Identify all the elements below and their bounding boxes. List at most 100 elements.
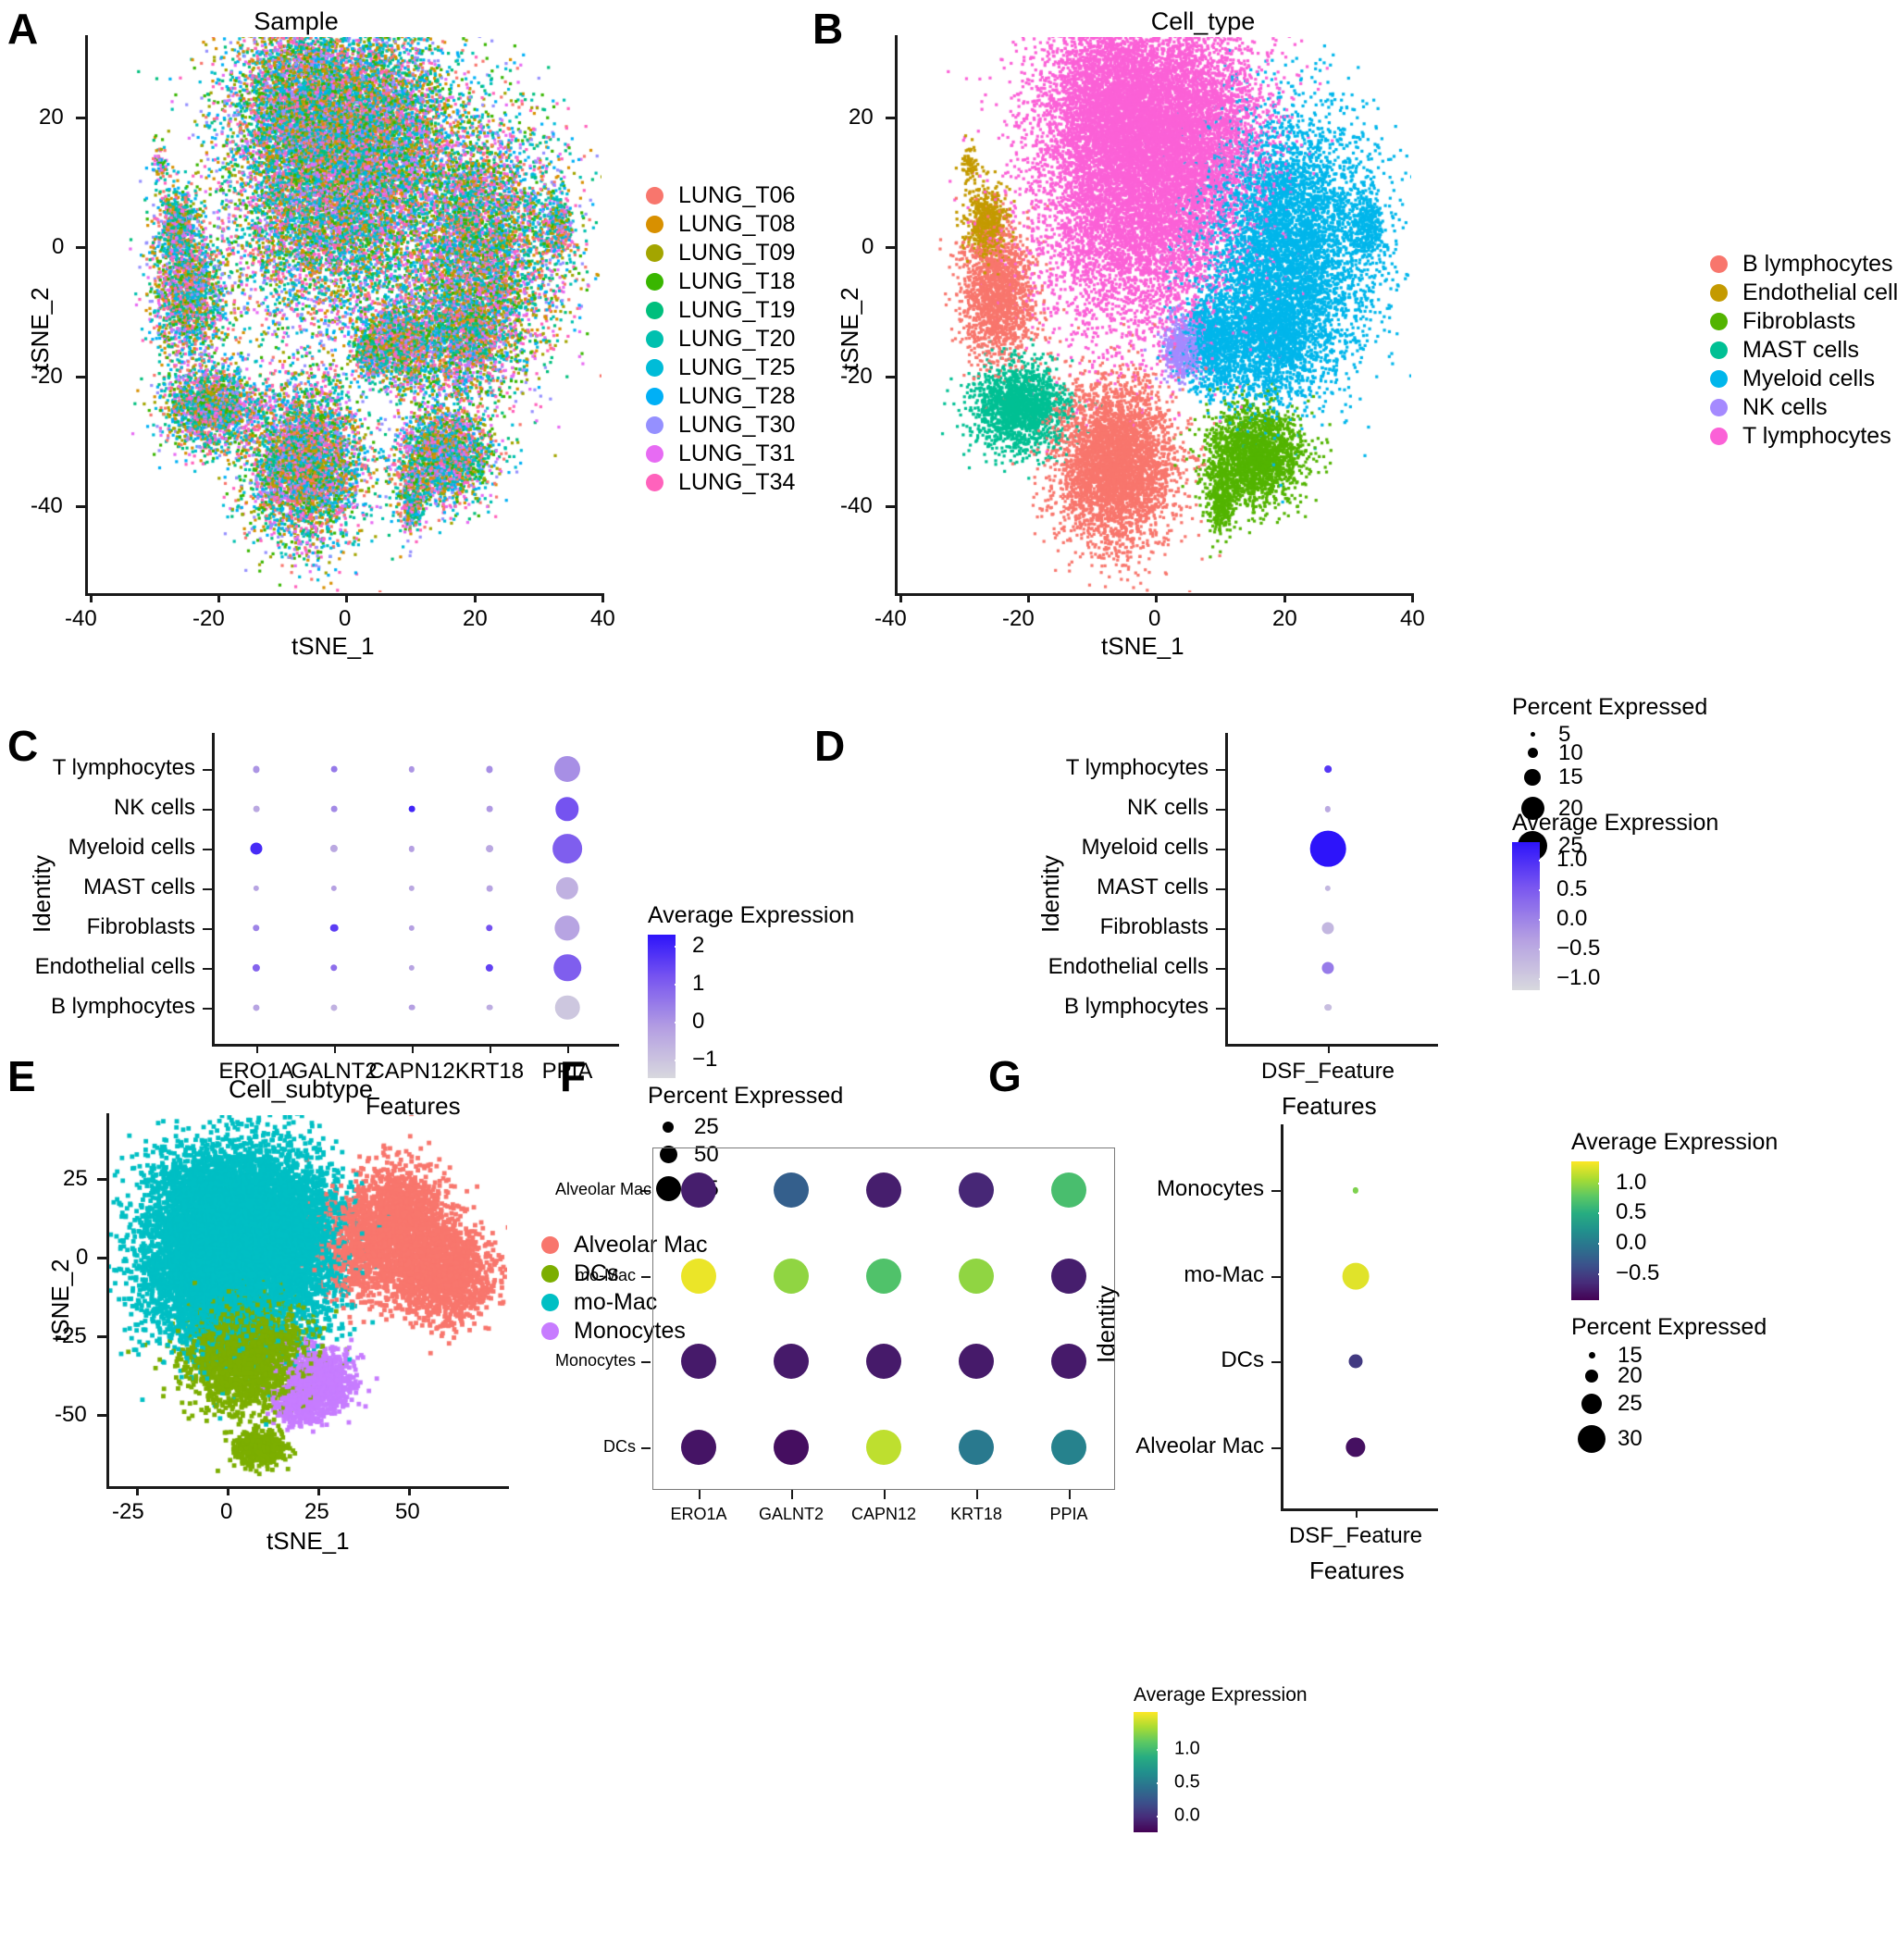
panel-c-ytick-label: NK cells [113, 795, 195, 821]
panel-c-dot[interactable] [252, 963, 261, 972]
panel-c-dot[interactable] [408, 766, 415, 773]
panel-a-xtick-1: -20 [192, 606, 225, 631]
panel-d-dotplot: B lymphocytes Endothelial cells Fibroblast… [925, 708, 1499, 1120]
panel-d-dot[interactable] [1324, 765, 1332, 774]
panel-d-dot[interactable] [1324, 806, 1332, 813]
legend-color-dot-icon [646, 330, 663, 348]
panel-c-dot[interactable] [329, 924, 339, 933]
legend-item[interactable]: MAST cells [1710, 336, 1897, 365]
panel-d-dot[interactable] [1321, 922, 1334, 935]
panel-c-dot[interactable] [553, 953, 581, 982]
legend-item[interactable]: LUNG_T25 [646, 354, 795, 382]
panel-c-dot[interactable] [253, 1004, 260, 1011]
legend-item[interactable]: LUNG_T18 [646, 267, 795, 296]
legend-item[interactable]: Myeloid cells [1710, 365, 1897, 393]
legend-item[interactable]: LUNG_T09 [646, 239, 795, 267]
panel-a-title: Sample [254, 7, 339, 35]
colorbar-tick-label: 1.0 [1616, 1169, 1647, 1195]
panel-g-dot[interactable] [1352, 1187, 1359, 1194]
legend-item[interactable]: LUNG_T06 [646, 181, 795, 210]
panel-f-dot[interactable] [866, 1429, 901, 1465]
colorbar-tickmark [1539, 978, 1547, 981]
panel-c-dot[interactable] [253, 765, 260, 773]
panel-a: A Sample -40 -20 0 20 40 20 0 -20 -40 tS… [0, 0, 814, 660]
legend-item[interactable]: Fibroblasts [1710, 307, 1897, 336]
panel-c-dot[interactable] [330, 963, 338, 972]
panel-g-dot[interactable] [1342, 1262, 1370, 1290]
panel-b-xlabel: tSNE_1 [1101, 632, 1184, 660]
legend-item[interactable]: B lymphocytes [1710, 250, 1897, 279]
panel-f-dot[interactable] [866, 1344, 901, 1380]
colorbar-tickmark [1598, 1182, 1606, 1185]
panel-c-dot[interactable] [555, 797, 579, 821]
panel-c-dot[interactable] [408, 1004, 415, 1011]
panel-c-dot[interactable] [486, 845, 493, 853]
panel-a-xlabel: tSNE_1 [291, 632, 375, 660]
panel-c-dot[interactable] [554, 915, 580, 941]
panel-d-dot[interactable] [1321, 961, 1334, 974]
panel-c-dot[interactable] [486, 1004, 493, 1011]
panel-b-scatter [898, 37, 1411, 592]
panel-c-dot[interactable] [486, 885, 493, 892]
panel-f-dot[interactable] [681, 1429, 716, 1465]
panel-d-letter: D [814, 722, 846, 770]
panel-d-ytick [1216, 809, 1225, 812]
panel-c-dot[interactable] [330, 805, 338, 813]
panel-c-dot[interactable] [486, 765, 493, 773]
legend-item[interactable]: LUNG_T19 [646, 296, 795, 325]
legend-item[interactable]: LUNG_T28 [646, 382, 795, 411]
panel-c-dot[interactable] [253, 805, 260, 813]
panel-a-legend: LUNG_T06 LUNG_T08 LUNG_T09 LUNG_T18 LUNG_T19… [646, 181, 795, 497]
panel-d-dot[interactable] [1324, 1003, 1332, 1011]
panel-f-dot[interactable] [774, 1258, 809, 1294]
legend-item[interactable]: NK cells [1710, 393, 1897, 422]
panel-d-dot[interactable] [1324, 885, 1332, 892]
panel-c-dot[interactable] [555, 876, 579, 900]
panel-g-ylabel: Identity [1092, 1285, 1120, 1363]
panel-c-dot[interactable] [553, 756, 581, 783]
panel-c-dot[interactable] [329, 845, 339, 853]
panel-c-dot[interactable] [408, 805, 415, 813]
panel-c-dot[interactable] [330, 1004, 338, 1011]
legend-item[interactable]: Endothelial cells [1710, 279, 1897, 307]
legend-item[interactable]: LUNG_T34 [646, 468, 795, 497]
panel-c-dot[interactable] [408, 885, 415, 892]
panel-c-dot[interactable] [408, 924, 415, 932]
colorbar-tickmark [1157, 1748, 1165, 1751]
panel-c-dot[interactable] [554, 995, 580, 1020]
legend-item[interactable]: LUNG_T30 [646, 411, 795, 440]
panel-g-dot[interactable] [1345, 1437, 1366, 1458]
panel-f-dot[interactable] [681, 1172, 716, 1209]
panel-f-dot[interactable] [681, 1258, 716, 1294]
panel-e-ylabel: tSNE_2 [46, 1259, 74, 1342]
panel-c-dot[interactable] [330, 885, 338, 892]
panel-c-dot[interactable] [408, 845, 415, 852]
panel-f-dot[interactable] [774, 1344, 809, 1380]
panel-f-dot[interactable] [774, 1429, 809, 1465]
legend-item[interactable]: LUNG_T31 [646, 440, 795, 468]
panel-g-ytick [1271, 1275, 1281, 1278]
panel-c-dot[interactable] [486, 924, 493, 932]
legend-item[interactable]: LUNG_T20 [646, 325, 795, 354]
panel-c-dot[interactable] [330, 766, 338, 773]
size-legend-label: 10 [1558, 739, 1583, 765]
legend-item-label: T lymphocytes [1742, 423, 1891, 449]
panel-f-dot[interactable] [866, 1172, 901, 1209]
legend-item[interactable]: T lymphocytes [1710, 422, 1897, 451]
panel-d-dot[interactable] [1309, 830, 1346, 867]
panel-f-dot[interactable] [866, 1258, 901, 1294]
panel-f-dot[interactable] [774, 1172, 809, 1209]
panel-g-dot[interactable] [1348, 1354, 1363, 1369]
panel-c-dot[interactable] [486, 805, 493, 813]
panel-c-dot[interactable] [485, 963, 494, 972]
panel-c-dot[interactable] [253, 924, 260, 932]
panel-c-dot[interactable] [552, 834, 582, 864]
panel-c-ylabel: Identity [28, 855, 56, 933]
size-legend-item: 15 [1571, 1343, 1767, 1368]
legend-item[interactable]: LUNG_T08 [646, 210, 795, 239]
panel-f-dot[interactable] [681, 1344, 716, 1380]
panel-c-dot[interactable] [253, 885, 260, 892]
panel-c-dot[interactable] [250, 842, 263, 855]
panel-c-dot[interactable] [408, 964, 415, 971]
colorbar-tickmark [1539, 919, 1547, 922]
